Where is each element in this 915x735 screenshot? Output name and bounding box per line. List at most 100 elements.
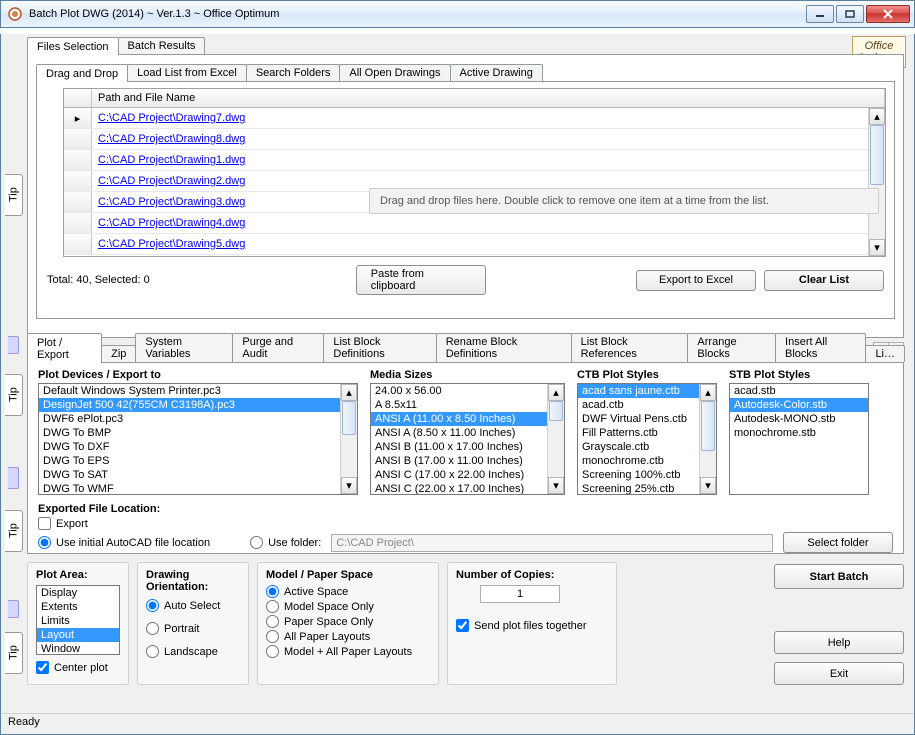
tab-plot-export[interactable]: Plot / Export — [27, 333, 102, 363]
list-item[interactable]: ANSI A (11.00 x 8.50 Inches) — [371, 412, 564, 426]
tab-more[interactable]: Li… — [865, 345, 905, 362]
list-item[interactable]: acad.ctb — [578, 398, 716, 412]
list-item[interactable]: Grayscale.ctb — [578, 440, 716, 454]
subtab-drag-drop[interactable]: Drag and Drop — [36, 64, 128, 82]
export-excel-button[interactable]: Export to Excel — [636, 270, 756, 291]
list-item[interactable]: DWF Virtual Pens.ctb — [578, 412, 716, 426]
list-item[interactable]: Default Windows System Printer.pc3 — [39, 384, 357, 398]
scroll-thumb[interactable] — [870, 125, 884, 185]
list-item[interactable]: Extents — [37, 600, 119, 614]
list-item[interactable]: ANSI A (8.50 x 11.00 Inches) — [371, 426, 564, 440]
tip-tab-3[interactable]: Tip — [5, 510, 23, 552]
file-link[interactable]: C:\CAD Project\Drawing8.dwg — [92, 133, 251, 145]
list-item[interactable]: DWG To WMF — [39, 482, 357, 495]
list-item[interactable]: Screening 100%.ctb — [578, 468, 716, 482]
list-item[interactable]: Display — [37, 586, 119, 600]
list-item[interactable]: Autodesk-MONO.stb — [730, 412, 868, 426]
list-item[interactable]: monochrome.ctb — [578, 454, 716, 468]
tip-tab-4[interactable]: Tip — [5, 632, 23, 674]
list-item[interactable]: Screening 25%.ctb — [578, 482, 716, 495]
select-folder-button[interactable]: Select folder — [783, 532, 893, 553]
clear-list-button[interactable]: Clear List — [764, 270, 884, 291]
tab-zip[interactable]: Zip — [101, 345, 136, 362]
list-item[interactable]: Autodesk-Color.stb — [730, 398, 868, 412]
grid-scrollbar[interactable]: ▴ ▾ — [868, 108, 885, 256]
tab-list-block-refs[interactable]: List Block References — [571, 333, 689, 362]
scroll-up-icon[interactable]: ▴ — [869, 108, 885, 125]
list-item[interactable]: DWG To BMP — [39, 426, 357, 440]
file-link[interactable]: C:\CAD Project\Drawing4.dwg — [92, 217, 251, 229]
list-item[interactable]: ANSI C (17.00 x 22.00 Inches) — [371, 468, 564, 482]
file-link[interactable]: C:\CAD Project\Drawing3.dwg — [92, 196, 251, 208]
paste-clipboard-button[interactable]: Paste from clipboard — [356, 265, 486, 295]
list-item[interactable]: acad sans jaune.ctb — [578, 384, 716, 398]
list-item[interactable]: DesignJet 500 42(755CM C3198A).pc3 — [39, 398, 357, 412]
tip-block-3[interactable] — [8, 600, 19, 618]
use-folder-radio[interactable] — [250, 536, 263, 549]
file-row[interactable]: ▸C:\CAD Project\Drawing7.dwg — [64, 108, 885, 129]
space-model-radio[interactable] — [266, 600, 279, 613]
start-batch-button[interactable]: Start Batch — [774, 564, 904, 589]
help-button[interactable]: Help — [774, 631, 904, 654]
tab-batch-results[interactable]: Batch Results — [118, 37, 206, 54]
list-item[interactable]: monochrome.stb — [730, 426, 868, 440]
list-item[interactable]: DWG To SAT — [39, 468, 357, 482]
exit-button[interactable]: Exit — [774, 662, 904, 685]
file-row[interactable]: C:\CAD Project\Drawing5.dwg — [64, 234, 885, 255]
list-item[interactable]: DWG To EPS — [39, 454, 357, 468]
tip-block-1[interactable] — [8, 336, 19, 354]
close-button[interactable] — [866, 5, 910, 23]
list-item[interactable]: Fill Patterns.ctb — [578, 426, 716, 440]
orient-auto-radio[interactable] — [146, 599, 159, 612]
file-row[interactable]: C:\CAD Project\Drawing1.dwg — [64, 150, 885, 171]
use-initial-radio[interactable] — [38, 536, 51, 549]
file-grid[interactable]: Path and File Name ▴ ▾ ▸C:\CAD Project\D… — [63, 88, 886, 257]
list-item[interactable]: 24.00 x 56.00 — [371, 384, 564, 398]
tip-tab-2[interactable]: Tip — [5, 374, 23, 416]
subtab-search-folders[interactable]: Search Folders — [246, 64, 341, 81]
folder-path-input[interactable] — [331, 534, 773, 552]
orient-portrait-radio[interactable] — [146, 622, 159, 635]
space-active-radio[interactable] — [266, 585, 279, 598]
tab-rename-block-defs[interactable]: Rename Block Definitions — [436, 333, 572, 362]
file-link[interactable]: C:\CAD Project\Drawing1.dwg — [92, 154, 251, 166]
plot-devices-list[interactable]: Default Windows System Printer.pc3Design… — [38, 383, 358, 495]
export-checkbox[interactable] — [38, 517, 51, 530]
center-plot-checkbox[interactable] — [36, 661, 49, 674]
tab-list-block-defs[interactable]: List Block Definitions — [323, 333, 436, 362]
file-row[interactable]: C:\CAD Project\Drawing8.dwg — [64, 129, 885, 150]
scroll-down-icon[interactable]: ▾ — [869, 239, 885, 256]
subtab-load-excel[interactable]: Load List from Excel — [127, 64, 247, 81]
grid-header-path[interactable]: Path and File Name — [92, 89, 885, 107]
list-item[interactable]: A 8.5x11 — [371, 398, 564, 412]
tab-arrange-blocks[interactable]: Arrange Blocks — [687, 333, 776, 362]
tip-tab-1[interactable]: Tip — [5, 174, 23, 216]
file-row[interactable]: C:\CAD Project\Drawing4.dwg — [64, 213, 885, 234]
plot-area-list[interactable]: DisplayExtentsLimitsLayoutWindow — [36, 585, 120, 655]
tab-system-variables[interactable]: System Variables — [135, 333, 233, 362]
list-item[interactable]: Window — [37, 642, 119, 655]
list-item[interactable]: ANSI B (17.00 x 11.00 Inches) — [371, 454, 564, 468]
tab-insert-all-blocks[interactable]: Insert All Blocks — [775, 333, 866, 362]
ctb-styles-list[interactable]: acad sans jaune.ctbacad.ctbDWF Virtual P… — [577, 383, 717, 495]
file-link[interactable]: C:\CAD Project\Drawing7.dwg — [92, 112, 251, 124]
list-item[interactable]: DWG To DXF — [39, 440, 357, 454]
tab-purge-audit[interactable]: Purge and Audit — [232, 333, 324, 362]
send-together-checkbox[interactable] — [456, 619, 469, 632]
maximize-button[interactable] — [836, 5, 864, 23]
copies-input[interactable] — [480, 585, 560, 603]
subtab-all-open[interactable]: All Open Drawings — [339, 64, 450, 81]
list-item[interactable]: acad.stb — [730, 384, 868, 398]
list-item[interactable]: ANSI B (11.00 x 17.00 Inches) — [371, 440, 564, 454]
minimize-button[interactable] — [806, 5, 834, 23]
list-item[interactable]: DWF6 ePlot.pc3 — [39, 412, 357, 426]
list-item[interactable]: ANSI C (22.00 x 17.00 Inches) — [371, 482, 564, 495]
list-item[interactable]: Limits — [37, 614, 119, 628]
file-link[interactable]: C:\CAD Project\Drawing5.dwg — [92, 238, 251, 250]
space-model-all-radio[interactable] — [266, 645, 279, 658]
file-link[interactable]: C:\CAD Project\Drawing2.dwg — [92, 175, 251, 187]
stb-styles-list[interactable]: acad.stbAutodesk-Color.stbAutodesk-MONO.… — [729, 383, 869, 495]
space-paper-radio[interactable] — [266, 615, 279, 628]
list-item[interactable]: Layout — [37, 628, 119, 642]
subtab-active-drawing[interactable]: Active Drawing — [450, 64, 543, 81]
